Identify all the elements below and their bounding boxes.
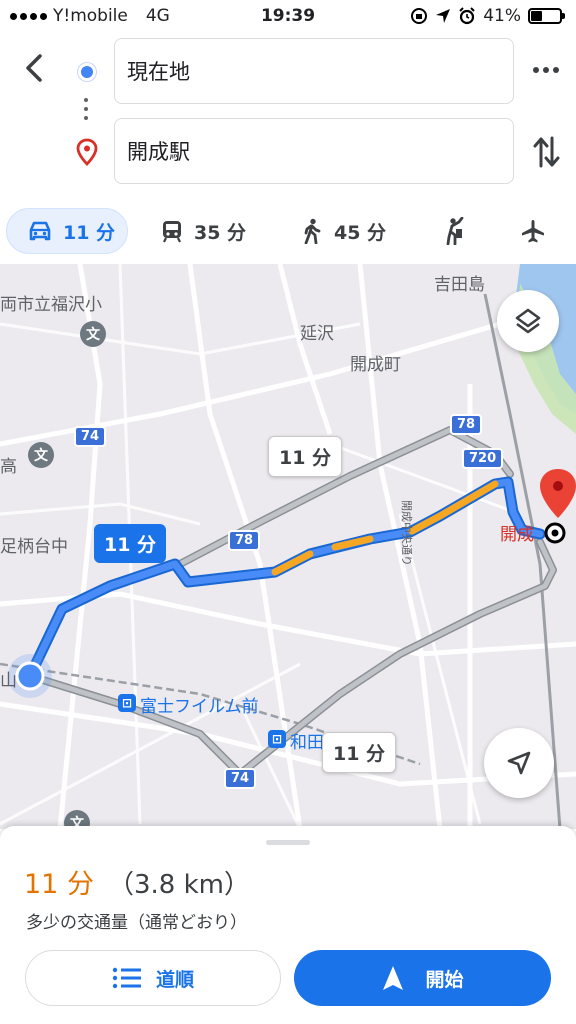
alarm-icon (459, 7, 475, 25)
connector-dots-icon (84, 98, 90, 120)
mode-flight[interactable] (520, 208, 546, 254)
mode-driving[interactable]: 11 分 (6, 208, 128, 254)
mode-walking-time: 45 分 (334, 221, 387, 244)
back-arrow-icon[interactable] (16, 48, 52, 88)
steps-button[interactable]: 道順 (25, 950, 281, 1006)
traffic-status: 多少の交通量（通常どおり） (26, 913, 247, 933)
drag-handle[interactable] (266, 840, 310, 845)
road-shield-78: 78 (228, 530, 261, 551)
mode-transit[interactable]: 35 分 (160, 208, 246, 254)
transit-icon (163, 221, 181, 243)
road-shield-78: 78 (450, 414, 483, 435)
rideshare-icon (446, 217, 464, 245)
route-summary: 11 分 （3.8 km） (24, 862, 250, 901)
label-wada: 和田 (290, 733, 324, 753)
destination-input[interactable]: 開成駅 (114, 118, 514, 184)
walk-icon (304, 218, 321, 244)
battery-percent: 41% (483, 6, 521, 26)
label-yama: 山 (0, 671, 17, 691)
destination-pin-icon (76, 138, 98, 166)
steps-label: 道順 (155, 968, 194, 991)
battery-icon (528, 8, 565, 24)
car-icon (29, 221, 51, 241)
layers-button[interactable] (497, 290, 559, 352)
location-arrow-icon (436, 9, 451, 23)
station-icon-wada: ⊡ (268, 730, 286, 748)
label-nobesawa: 延沢 (300, 324, 334, 344)
rotation-lock-icon (411, 8, 428, 24)
label-fujifilm: 富士フイルム前 (140, 697, 259, 717)
route-duration: 11 分 (24, 869, 94, 900)
map-view[interactable]: 吉田島 両市立福沢小 延沢 開成町 高 足柄台中 開成 ⊡ 富士フイルム前 ⊡ … (0, 264, 576, 829)
origin-input[interactable]: 現在地 (114, 38, 514, 104)
swap-icon[interactable] (530, 132, 562, 172)
label-kaisei-station: 開成 (500, 525, 534, 545)
directions-header: 現在地 開成駅 11 分 35 分 45 分 (0, 32, 576, 264)
route-badge-primary[interactable]: 11 分 (94, 524, 167, 563)
road-shield-74: 74 (74, 426, 107, 447)
status-icons: 41% (410, 6, 565, 26)
mode-walking[interactable]: 45 分 (300, 208, 386, 254)
road-shield-74: 74 (224, 768, 257, 789)
school-icon[interactable]: 文 (80, 321, 106, 347)
mode-rideshare[interactable] (442, 208, 468, 254)
travel-modes: 11 分 35 分 45 分 (0, 204, 576, 260)
mode-transit-time: 35 分 (194, 221, 247, 244)
list-icon (112, 967, 141, 989)
flight-icon (522, 220, 544, 243)
road-shield-720: 720 (462, 448, 504, 469)
school-icon[interactable]: 文 (28, 442, 54, 468)
label-chuo-dori: 開成中央通り (400, 500, 413, 566)
my-location-button[interactable] (484, 728, 554, 798)
navigation-start-icon (383, 966, 404, 990)
label-taka: 高 (0, 457, 17, 477)
more-options-icon[interactable] (530, 56, 562, 84)
route-distance: （3.8 km） (107, 870, 250, 900)
label-kaiseimachi: 開成町 (350, 355, 401, 375)
origin-dot-icon (78, 63, 96, 81)
station-icon-fujifilm: ⊡ (118, 694, 136, 712)
status-bar: Y!mobile 4G 19:39 41% (0, 0, 576, 32)
route-badge-alt[interactable]: 11 分 (268, 436, 343, 477)
layers-icon (515, 308, 541, 334)
label-yoshidajima: 吉田島 (434, 275, 485, 295)
route-badge-alt[interactable]: 11 分 (322, 732, 397, 773)
label-ashigaradai: 足柄台中 (0, 537, 68, 557)
start-label: 開始 (425, 968, 464, 991)
mode-driving-time: 11 分 (63, 221, 116, 244)
start-navigation-button[interactable]: 開始 (294, 950, 551, 1006)
navigation-arrow-icon (507, 751, 531, 775)
label-fukuzawa: 両市立福沢小 (0, 295, 102, 315)
route-summary-sheet: 11 分 （3.8 km） 多少の交通量（通常どおり） 道順 開始 (0, 826, 576, 1024)
